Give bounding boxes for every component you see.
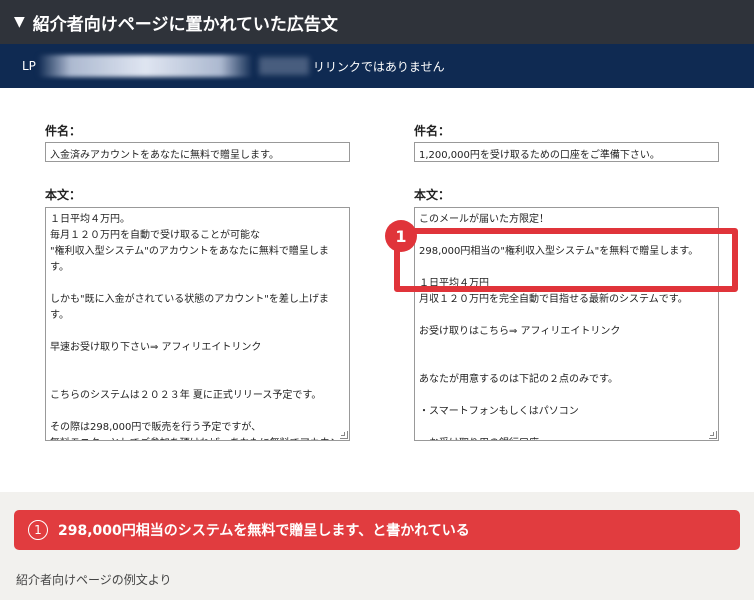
body-line: 月収１２０万円を完全自動で目指せる最新のシステムです。 — [419, 294, 688, 305]
body-line — [419, 340, 714, 356]
lp-prefix: LP — [22, 59, 36, 73]
highlight-box — [394, 228, 738, 292]
body-line: しかも"既に入金がされている状態のアカウント"を差し上げま — [50, 294, 329, 305]
body-line — [419, 420, 714, 436]
body-label: 本文： — [45, 188, 82, 202]
redacted-text — [258, 57, 309, 75]
subject-field[interactable]: 入金済みアカウントをあなたに無料で贈呈します。 — [45, 142, 350, 162]
section-header[interactable]: ▼ 紹介者向けページに置かれていた広告文 — [0, 0, 754, 44]
body-line: あなたが用意するのは下記の２点のみです。 — [419, 374, 618, 385]
body-line: 無料モニターとしてご参加を頂ければ、あなたに無料でアカウン — [50, 436, 345, 440]
body-line: その際は298,000円で販売を行う予定ですが、 — [50, 422, 262, 433]
collapse-triangle-icon[interactable]: ▼ — [14, 14, 25, 30]
subject-label: 件名： — [414, 124, 451, 138]
body-line: ・スマートフォンもしくはパソコン — [419, 406, 579, 417]
body-line: す。 — [50, 262, 69, 273]
body-line — [419, 308, 714, 324]
body-line: "権利収入型システム"のアカウントをあなたに無料で贈呈しま — [50, 246, 329, 257]
caption: 紹介者向けページの例文より — [16, 573, 172, 587]
body-line — [50, 372, 345, 388]
section-title: 紹介者向けページに置かれていた広告文 — [32, 14, 338, 35]
lp-notice-bar: LP リリンクではありません — [0, 44, 754, 88]
subject-field[interactable]: 1,200,000円を受け取るための口座をご準備下さい。 — [414, 142, 719, 162]
callout-number-icon: 1 — [28, 520, 48, 540]
body-line: 早速お受け取り下さい⇒ アフィリエイトリンク — [50, 342, 262, 353]
body-line — [50, 324, 345, 340]
resize-handle-icon[interactable] — [340, 431, 348, 439]
body-line — [50, 276, 345, 292]
subject-label: 件名： — [45, 124, 82, 138]
redacted-url — [37, 55, 253, 77]
lp-notice-text: リリンクではありません — [312, 59, 445, 74]
body-line — [419, 356, 714, 372]
body-line: こちらのシステムは２０２３年 夏に正式リリース予定です。 — [50, 390, 322, 401]
callout-text: 298,000円相当のシステムを無料で贈呈します、と書かれている — [58, 523, 470, 539]
body-label: 本文： — [414, 188, 451, 202]
body-line: ・お受け取り用の銀行口座 — [419, 436, 714, 440]
body-line — [419, 388, 714, 404]
body-line: このメールが届いた方限定！ — [419, 214, 549, 225]
body-line: 毎月１２０万円を自動で受け取ることが可能な — [50, 230, 260, 241]
resize-handle-icon[interactable] — [709, 431, 717, 439]
body-line: お受け取りはこちら⇒ アフィリエイトリンク — [419, 326, 621, 337]
body-line — [50, 404, 345, 420]
body-line: す。 — [50, 310, 69, 321]
marker-badge: 1 — [385, 220, 417, 252]
body-line — [50, 356, 345, 372]
callout-banner: 1 298,000円相当のシステムを無料で贈呈します、と書かれている — [14, 510, 740, 550]
body-line: １日平均４万円。 — [50, 214, 130, 225]
body-textarea[interactable]: １日平均４万円。毎月１２０万円を自動で受け取ることが可能な "権利収入型システム"… — [45, 207, 350, 441]
